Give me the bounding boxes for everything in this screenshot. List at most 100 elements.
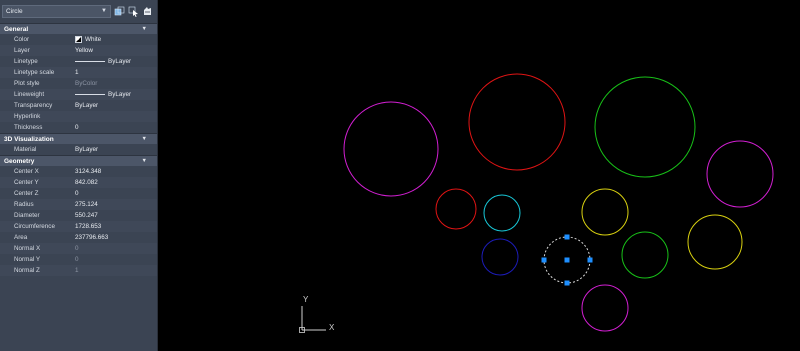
property-row-hyperlink[interactable]: Hyperlink <box>0 111 157 122</box>
visualization-section-title: 3D Visualization <box>4 136 54 143</box>
circle-cyan[interactable] <box>483 194 521 232</box>
circle-magenta-large[interactable] <box>343 101 439 197</box>
property-label: Area <box>14 234 28 241</box>
property-row-linetype[interactable]: Linetype ByLayer <box>0 56 157 67</box>
grip-left[interactable] <box>541 257 547 263</box>
property-row-diameter[interactable]: Diameter 550.247 <box>0 210 157 221</box>
property-row-radius[interactable]: Radius 275.124 <box>0 199 157 210</box>
property-value[interactable]: ByLayer <box>71 144 157 155</box>
property-label: Circumference <box>14 223 55 230</box>
property-row-plot-style[interactable]: Plot style ByColor <box>0 78 157 89</box>
property-row-lineweight[interactable]: Lineweight ByLayer <box>0 89 157 100</box>
property-value[interactable]: 842.082 <box>71 177 157 188</box>
geometry-section: Geometry ▼ Center X 3124.348 Center Y 84… <box>0 155 157 276</box>
toggle-pickadd-button[interactable] <box>114 6 125 17</box>
property-value-color[interactable]: White <box>71 34 157 45</box>
grip-top[interactable] <box>564 234 570 240</box>
property-row-transparency[interactable]: Transparency ByLayer <box>0 100 157 111</box>
property-row-linetype-scale[interactable]: Linetype scale 1 <box>0 67 157 78</box>
circle-red-small[interactable] <box>435 188 477 230</box>
property-label: Center X <box>14 168 39 175</box>
object-type-value: Circle <box>6 8 23 15</box>
ucs-y-label: Y <box>303 295 309 304</box>
circle-green-small[interactable] <box>621 231 669 279</box>
property-row-circumference[interactable]: Circumference 1728.653 <box>0 221 157 232</box>
property-row-area[interactable]: Area 237796.663 <box>0 232 157 243</box>
property-value[interactable]: Yellow <box>71 45 157 56</box>
collapse-arrow-icon: ▼ <box>141 136 147 142</box>
drawing-svg[interactable]: Y X <box>158 0 800 351</box>
property-value[interactable]: 275.124 <box>71 199 157 210</box>
general-rows: Color White Layer Yellow Linetype ByLaye… <box>0 34 157 133</box>
property-label: Radius <box>14 201 34 208</box>
property-row-material[interactable]: Material ByLayer <box>0 144 157 155</box>
property-value[interactable]: 0 <box>71 188 157 199</box>
circle-red-large[interactable] <box>468 73 566 171</box>
property-row-normal-z[interactable]: Normal Z 1 <box>0 265 157 276</box>
property-label: Lineweight <box>14 91 45 98</box>
property-label: Plot style <box>14 80 40 87</box>
circle-magenta-right[interactable] <box>706 140 774 208</box>
ucs-x-label: X <box>329 323 335 332</box>
property-label: Normal Y <box>14 256 41 263</box>
property-row-normal-x[interactable]: Normal X 0 <box>0 243 157 254</box>
property-row-thickness[interactable]: Thickness 0 <box>0 122 157 133</box>
circle-magenta-bottom[interactable] <box>581 284 629 332</box>
property-label: Thickness <box>14 124 43 131</box>
color-swatch-icon <box>75 36 82 43</box>
quick-select-button[interactable] <box>142 6 153 17</box>
property-label: Linetype <box>14 58 38 65</box>
visualization-section: 3D Visualization ▼ Material ByLayer <box>0 133 157 155</box>
geometry-rows: Center X 3124.348 Center Y 842.082 Cente… <box>0 166 157 276</box>
drawing-canvas[interactable]: Y X <box>158 0 800 351</box>
linetype-preview-icon <box>75 61 105 62</box>
property-value-linetype[interactable]: ByLayer <box>71 56 157 67</box>
property-value: 0 <box>75 245 79 252</box>
grip-bottom[interactable] <box>564 280 570 286</box>
property-value[interactable]: 1 <box>71 67 157 78</box>
property-label: Center Y <box>14 179 39 186</box>
visualization-rows: Material ByLayer <box>0 144 157 155</box>
quick-select-icon <box>144 7 151 15</box>
property-value[interactable]: 1728.653 <box>71 221 157 232</box>
select-objects-button[interactable] <box>128 6 139 17</box>
property-label: Center Z <box>14 190 39 197</box>
property-row-center-z[interactable]: Center Z 0 <box>0 188 157 199</box>
property-value: ByColor <box>75 80 98 87</box>
property-value: 1 <box>75 267 79 274</box>
grip-center[interactable] <box>564 257 570 263</box>
circle-yellow-right[interactable] <box>687 214 743 270</box>
property-value[interactable]: ByLayer <box>71 100 157 111</box>
property-value[interactable]: 237796.663 <box>71 232 157 243</box>
property-row-center-y[interactable]: Center Y 842.082 <box>0 177 157 188</box>
property-value: 0 <box>75 256 79 263</box>
property-row-color[interactable]: Color White <box>0 34 157 45</box>
property-label: Normal X <box>14 245 41 252</box>
geometry-section-header[interactable]: Geometry ▼ <box>0 155 157 166</box>
property-row-normal-y[interactable]: Normal Y 0 <box>0 254 157 265</box>
property-label: Transparency <box>14 102 53 109</box>
grip-right[interactable] <box>587 257 593 263</box>
geometry-section-title: Geometry <box>4 158 35 165</box>
circle-green-large[interactable] <box>594 76 696 178</box>
property-label: Normal Z <box>14 267 40 274</box>
linetype-value: ByLayer <box>108 58 132 65</box>
property-row-center-x[interactable]: Center X 3124.348 <box>0 166 157 177</box>
object-type-dropdown[interactable]: Circle ▼ <box>2 5 111 18</box>
visualization-section-header[interactable]: 3D Visualization ▼ <box>0 133 157 144</box>
property-value[interactable]: 0 <box>71 122 157 133</box>
lineweight-value: ByLayer <box>108 91 132 98</box>
property-value-lineweight[interactable]: ByLayer <box>71 89 157 100</box>
chevron-down-icon: ▼ <box>101 8 107 14</box>
general-section-header[interactable]: General ▼ <box>0 23 157 34</box>
properties-palette: Circle ▼ General ▼ Color White Layer Yel… <box>0 0 158 351</box>
circle-blue[interactable] <box>481 238 519 276</box>
property-row-layer[interactable]: Layer Yellow <box>0 45 157 56</box>
circle-yellow-mid[interactable] <box>581 188 629 236</box>
selected-circle[interactable] <box>541 234 593 286</box>
select-objects-icon <box>128 6 138 17</box>
property-value[interactable]: 3124.348 <box>71 166 157 177</box>
property-value[interactable]: 550.247 <box>71 210 157 221</box>
lineweight-preview-icon <box>75 94 105 95</box>
property-value[interactable] <box>71 111 157 122</box>
